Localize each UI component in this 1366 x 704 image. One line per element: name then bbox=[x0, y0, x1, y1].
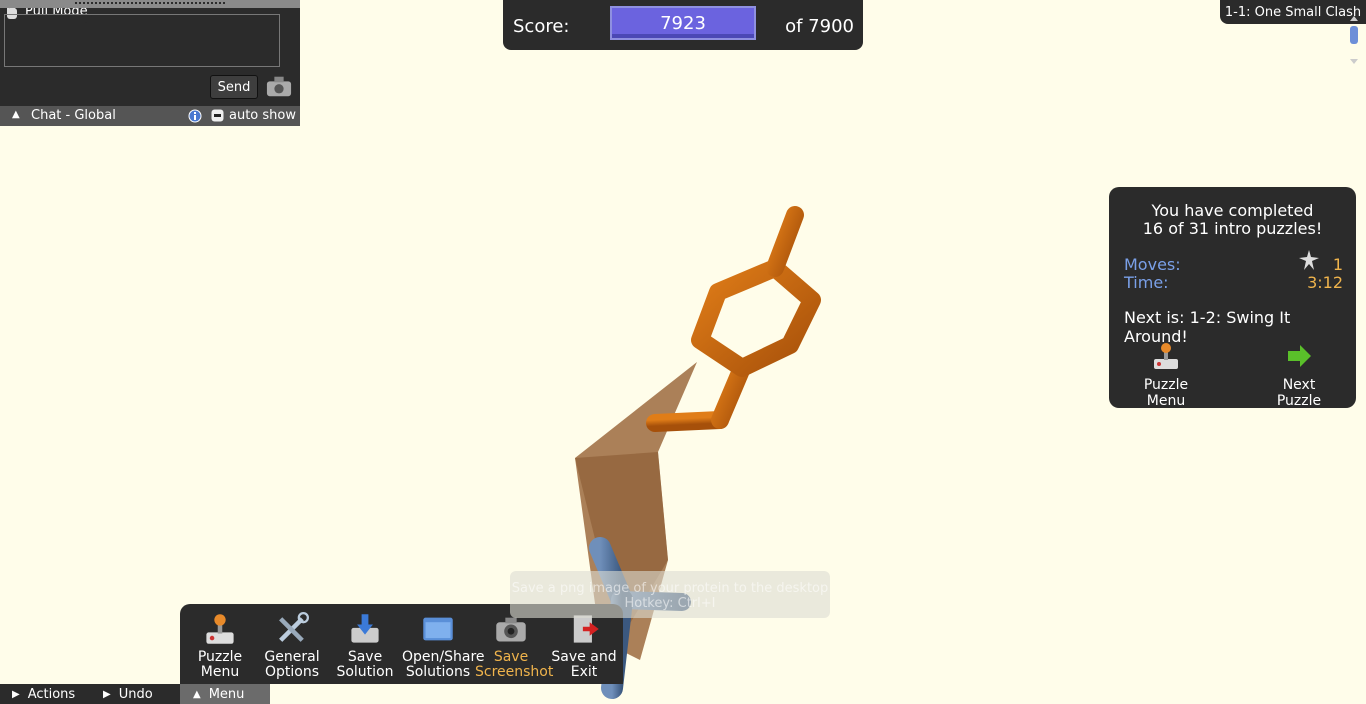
info-icon[interactable] bbox=[188, 109, 202, 123]
undo-label: Undo bbox=[118, 686, 153, 702]
auto-show-label: auto show bbox=[229, 108, 296, 123]
save-screenshot-item[interactable]: Save Screenshot bbox=[475, 612, 554, 680]
undo-button[interactable]: ▶ Undo bbox=[103, 684, 153, 704]
chat-log[interactable] bbox=[4, 14, 280, 67]
moves-value: 1 bbox=[1332, 255, 1343, 274]
actions-label: Actions bbox=[27, 686, 76, 702]
score-label: Score: bbox=[513, 16, 570, 37]
tooltip-line2: Hotkey: Ctrl+I bbox=[624, 596, 716, 611]
menu-toggle-button[interactable]: ▲ Menu bbox=[180, 684, 270, 704]
time-value: 3:12 bbox=[1307, 273, 1343, 292]
general-options-line1: General bbox=[264, 649, 320, 665]
save-and-exit-item[interactable]: Save and Exit bbox=[548, 612, 620, 680]
chat-scrollbar[interactable] bbox=[1346, 14, 1362, 66]
completion-message: You have completed 16 of 31 intro puzzle… bbox=[1109, 202, 1356, 238]
save-screenshot-line1: Save bbox=[493, 649, 529, 665]
next-puzzle-button[interactable]: Next Puzzle bbox=[1259, 341, 1339, 409]
score-value: 7923 bbox=[610, 6, 756, 40]
next-puzzle-label: Next Puzzle bbox=[1276, 377, 1322, 409]
bottom-bar: ▶ Actions ▶ Undo ▲ Menu bbox=[0, 684, 270, 704]
puzzle-menu-line1: Puzzle bbox=[197, 649, 243, 665]
completion-line1: You have completed bbox=[1151, 201, 1314, 220]
chat-panel: Send ▲ Chat - Global auto show bbox=[0, 0, 1358, 126]
tooltip-line1: Save a png image of your protein to the … bbox=[511, 581, 829, 596]
folder-icon bbox=[423, 617, 453, 641]
star-icon bbox=[1299, 250, 1319, 270]
open-share-line2: Solutions bbox=[405, 664, 471, 680]
send-button[interactable]: Send bbox=[210, 75, 258, 99]
tools-icon bbox=[279, 612, 309, 642]
score-max: of 7900 bbox=[785, 16, 854, 37]
triangle-up-icon[interactable]: ▲ bbox=[12, 109, 20, 120]
save-solution-line1: Save bbox=[347, 649, 383, 665]
menu-label: Menu bbox=[208, 686, 245, 702]
puzzle-menu-line2: Menu bbox=[200, 664, 240, 680]
chat-footer: ▲ Chat - Global auto show bbox=[0, 106, 300, 126]
save-and-exit-line1: Save and bbox=[551, 649, 617, 665]
save-solution-line2: Solution bbox=[336, 664, 394, 680]
joystick-icon bbox=[206, 614, 234, 644]
triangle-up-icon: ▲ bbox=[193, 688, 201, 700]
save-screenshot-line2: Screenshot bbox=[475, 664, 554, 680]
joystick-icon bbox=[1154, 343, 1178, 369]
puzzle-title: 1-1: One Small Clash bbox=[1220, 0, 1366, 24]
general-options-item[interactable]: General Options bbox=[256, 612, 328, 680]
save-solution-item[interactable]: Save Solution bbox=[329, 612, 401, 680]
completion-panel: You have completed 16 of 31 intro puzzle… bbox=[1109, 187, 1356, 409]
minus-toggle-icon[interactable] bbox=[211, 109, 224, 122]
general-options-line2: Options bbox=[264, 664, 320, 680]
play-icon: ▶ bbox=[103, 688, 111, 700]
time-label: Time: bbox=[1124, 273, 1169, 292]
moves-label: Moves: bbox=[1124, 255, 1181, 274]
puzzle-menu-label: Puzzle Menu bbox=[1143, 377, 1189, 409]
puzzle-menu-item[interactable]: Puzzle Menu bbox=[184, 612, 256, 680]
save-download-icon bbox=[351, 614, 379, 643]
open-share-solutions-item[interactable]: Open/Share Solutions bbox=[402, 612, 485, 680]
arrow-right-icon bbox=[1288, 345, 1311, 367]
actions-button[interactable]: ▶ Actions bbox=[12, 684, 75, 704]
camera-icon[interactable] bbox=[265, 73, 293, 99]
save-and-exit-line2: Exit bbox=[570, 664, 598, 680]
screenshot-tooltip: Save a png image of your protein to the … bbox=[510, 571, 830, 618]
score-panel: Score: 7923 of 7900 bbox=[503, 0, 863, 50]
chat-resize-handle[interactable] bbox=[0, 0, 300, 8]
chat-channel[interactable]: Chat - Global bbox=[31, 108, 116, 123]
puzzle-menu-button[interactable]: Puzzle Menu bbox=[1126, 341, 1206, 409]
play-icon: ▶ bbox=[12, 688, 20, 700]
open-share-line1: Open/Share bbox=[402, 649, 485, 665]
completion-line2: 16 of 31 intro puzzles! bbox=[1142, 219, 1323, 238]
